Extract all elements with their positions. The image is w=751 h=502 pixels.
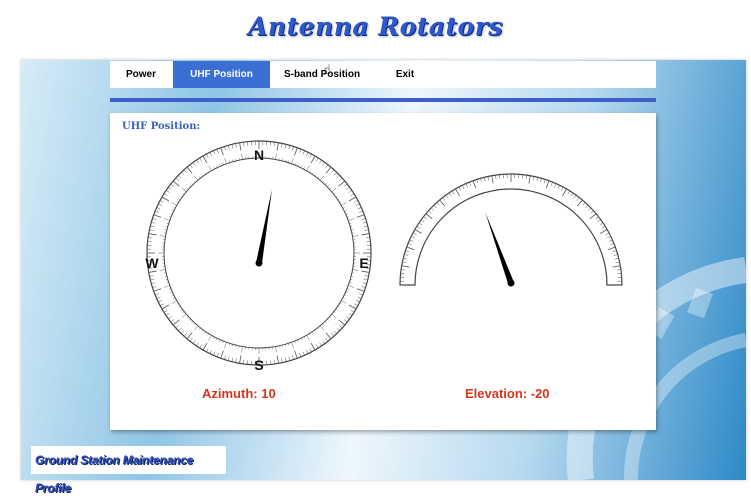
gauge-canvas: N E S W (110, 113, 656, 430)
cardinal-east: E (359, 255, 368, 271)
azimuth-readout: Azimuth: 10 (202, 386, 276, 401)
elevation-readout: Elevation: -20 (465, 386, 550, 401)
main-nav: Power UHF Position S-band Position Exit (110, 61, 656, 88)
uhf-position-panel: UHF Position: N E S W Azimuth: 10 Elevat… (110, 113, 656, 430)
tab-s-band-position[interactable]: S-band Position (276, 61, 368, 88)
nav-divider (110, 98, 656, 102)
hand-pointer-icon: ☝ (323, 64, 331, 77)
azimuth-needle-hub (256, 260, 263, 267)
footer-profile-label: Ground Station Maintenance Profile (31, 446, 226, 474)
elevation-needle-hub (508, 280, 515, 287)
azimuth-dial: N E S W (145, 141, 371, 373)
elevation-needle (483, 211, 514, 284)
cardinal-north: N (254, 147, 264, 163)
app-title: Antenna Rotators (0, 12, 751, 41)
tab-power[interactable]: Power (110, 61, 172, 88)
elevation-arc-scale (400, 174, 622, 285)
tab-uhf-position[interactable]: UHF Position (173, 61, 270, 88)
cardinal-west: W (145, 255, 159, 271)
elevation-dial (400, 174, 622, 287)
cardinal-south: S (254, 357, 263, 373)
tab-exit[interactable]: Exit (380, 61, 430, 88)
